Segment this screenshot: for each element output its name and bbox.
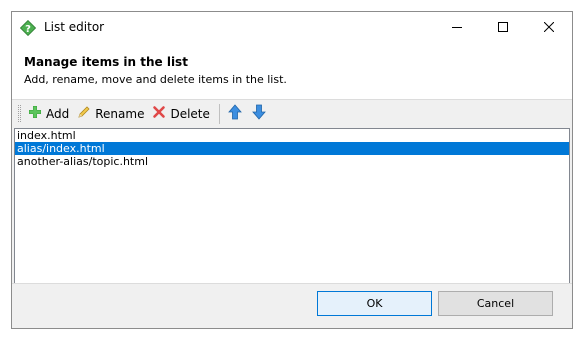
move-down-button[interactable] xyxy=(248,103,270,125)
window-title: List editor xyxy=(44,20,105,34)
close-icon xyxy=(543,21,555,35)
list-item[interactable]: index.html xyxy=(15,129,569,142)
maximize-button[interactable] xyxy=(480,12,526,43)
move-up-button[interactable] xyxy=(224,103,246,125)
header-title: Manage items in the list xyxy=(24,55,188,69)
arrow-up-icon xyxy=(227,104,243,123)
svg-text:?: ? xyxy=(25,24,31,35)
x-icon xyxy=(152,105,170,122)
title-bar[interactable]: ? List editor xyxy=(12,12,572,43)
add-label: Add xyxy=(46,106,70,121)
maximize-icon xyxy=(498,21,508,35)
toolbar: Add Rename Delete xyxy=(14,100,570,127)
add-button[interactable]: Add xyxy=(25,103,72,125)
header-subtitle: Add, rename, move and delete items in th… xyxy=(24,73,287,86)
list-item[interactable]: another-alias/topic.html xyxy=(15,155,569,168)
minimize-icon xyxy=(452,21,462,35)
header-panel: Manage items in the list Add, rename, mo… xyxy=(12,43,572,100)
toolbar-grip[interactable] xyxy=(18,105,21,122)
pencil-icon xyxy=(77,105,95,122)
close-button[interactable] xyxy=(526,12,572,43)
delete-label: Delete xyxy=(170,106,210,121)
items-listbox[interactable]: index.html alias/index.html another-alia… xyxy=(14,128,570,287)
delete-button[interactable]: Delete xyxy=(149,103,212,125)
toolbar-separator xyxy=(218,103,220,124)
plus-icon xyxy=(28,105,46,122)
ok-button[interactable]: OK xyxy=(317,291,432,316)
minimize-button[interactable] xyxy=(434,12,480,43)
list-editor-window: ? List editor Manage items in the list A… xyxy=(11,11,573,329)
rename-button[interactable]: Rename xyxy=(74,103,147,125)
list-item-selected[interactable]: alias/index.html xyxy=(15,142,569,155)
arrow-down-icon xyxy=(251,104,267,123)
editor-body: Add Rename Delete index.html alias/index… xyxy=(12,100,572,287)
rename-label: Rename xyxy=(95,106,145,121)
cancel-button[interactable]: Cancel xyxy=(438,291,553,316)
button-bar: OK Cancel xyxy=(12,283,572,328)
question-diamond-icon: ? xyxy=(19,19,37,37)
